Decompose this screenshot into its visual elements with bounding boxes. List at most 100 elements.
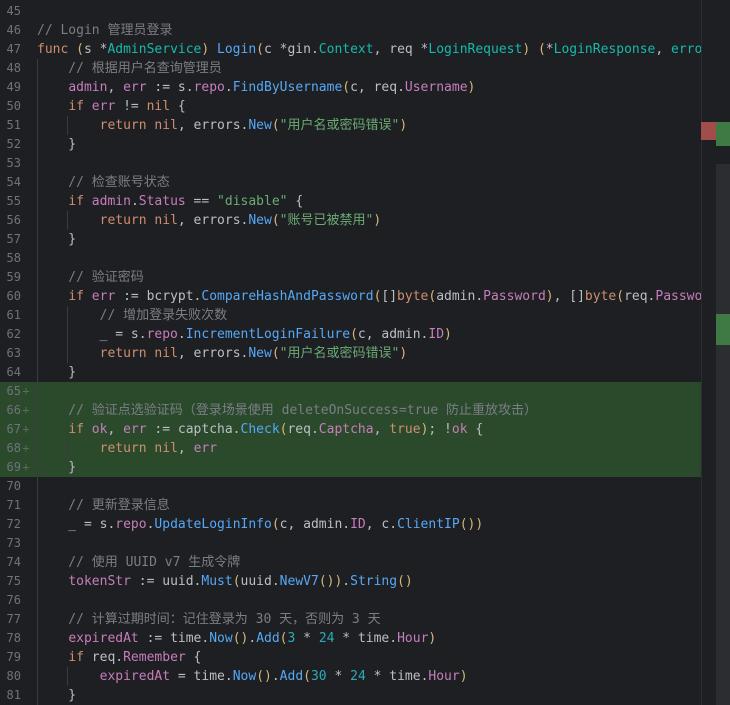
code-line[interactable]: 65 + bbox=[0, 382, 701, 401]
code-line[interactable]: 63 return nil, errors.New("用户名或密码错误") bbox=[0, 344, 701, 363]
code-text: } bbox=[37, 458, 701, 477]
code-token: Check bbox=[240, 422, 280, 437]
code-token: * bbox=[545, 42, 554, 57]
change-marker-red[interactable] bbox=[701, 122, 716, 140]
line-number: 65 bbox=[6, 384, 21, 398]
code-text: _ = s.repo.UpdateLoginInfo(c, admin.ID, … bbox=[37, 515, 701, 534]
code-line[interactable]: 57 } bbox=[0, 230, 701, 249]
change-marker-green[interactable] bbox=[716, 122, 730, 146]
code-token: // Login 管理员登录 bbox=[37, 23, 173, 38]
code-token: = time. bbox=[170, 669, 233, 684]
code-text: } bbox=[37, 686, 701, 705]
code-line[interactable]: 55 if admin.Status == "disable" { bbox=[0, 192, 701, 211]
code-token: . bbox=[130, 194, 139, 209]
code-token: repo bbox=[115, 517, 147, 532]
code-text: if ok, err := captcha.Check(req.Captcha,… bbox=[37, 420, 701, 439]
code-token: LoginResponse bbox=[553, 42, 656, 57]
code-line[interactable]: 51 return nil, errors.New("用户名或密码错误") bbox=[0, 116, 701, 135]
code-line[interactable]: 76 bbox=[0, 591, 701, 610]
code-line[interactable]: 68 + return nil, err bbox=[0, 439, 701, 458]
code-token: ( bbox=[342, 80, 351, 95]
line-number: 67 bbox=[6, 422, 21, 436]
code-token: := uuid. bbox=[130, 574, 202, 589]
code-line[interactable]: 78 expiredAt := time.Now().Add(3 * 24 * … bbox=[0, 629, 701, 648]
code-line[interactable]: 50 if err != nil { bbox=[0, 97, 701, 116]
code-line[interactable]: 48 // 根据用户名查询管理员 bbox=[0, 59, 701, 78]
code-token: ( bbox=[271, 118, 280, 133]
line-number: 76 bbox=[6, 593, 21, 607]
line-number: 70 bbox=[6, 479, 21, 493]
code-token: _ = s. bbox=[37, 517, 116, 532]
line-number: 46 bbox=[6, 23, 21, 37]
code-token: , bbox=[177, 441, 194, 456]
code-line[interactable]: 77 // 计算过期时间：记住登录为 30 天，否则为 3 天 bbox=[0, 610, 701, 629]
code-token: , errors. bbox=[177, 346, 249, 361]
code-token: ) bbox=[467, 80, 476, 95]
code-line[interactable]: 46 // Login 管理员登录 bbox=[0, 21, 701, 40]
code-token: ) bbox=[444, 327, 452, 342]
code-line[interactable]: 64 } bbox=[0, 363, 701, 382]
code-token: if bbox=[68, 194, 92, 209]
code-line[interactable]: 81 } bbox=[0, 686, 701, 705]
code-token: // 验证密码 bbox=[37, 270, 144, 285]
code-token: != bbox=[115, 99, 147, 114]
code-line[interactable]: 75 tokenStr := uuid.Must(uuid.NewV7()).S… bbox=[0, 572, 701, 591]
code-line[interactable]: 79 if req.Remember { bbox=[0, 648, 701, 667]
code-line[interactable]: 49 admin, err := s.repo.FindByUsername(c… bbox=[0, 78, 701, 97]
code-token: := time. bbox=[138, 631, 210, 646]
line-number: 66 bbox=[6, 403, 21, 417]
code-line[interactable]: 52 } bbox=[0, 135, 701, 154]
code-line[interactable]: 72 _ = s.repo.UpdateLoginInfo(c, admin.I… bbox=[0, 515, 701, 534]
code-line[interactable]: 71 // 更新登录信息 bbox=[0, 496, 701, 515]
line-number: 50 bbox=[6, 99, 21, 113]
code-line[interactable]: 58 bbox=[0, 249, 701, 268]
code-token: } bbox=[37, 232, 77, 247]
code-line[interactable]: 80 expiredAt = time.Now().Add(30 * 24 * … bbox=[0, 667, 701, 686]
code-token: := bcrypt. bbox=[115, 289, 202, 304]
code-line[interactable]: 67 + if ok, err := captcha.Check(req.Capt… bbox=[0, 420, 701, 439]
code-token: } bbox=[37, 137, 77, 152]
code-token: ( bbox=[428, 289, 437, 304]
code-token: ( bbox=[537, 42, 546, 57]
vertical-scrollbar[interactable] bbox=[716, 164, 730, 705]
code-token: Hour bbox=[428, 669, 460, 684]
code-line[interactable]: 53 bbox=[0, 154, 701, 173]
code-line[interactable]: 66 + // 验证点选验证码（登录场景使用 deleteOnSuccess=tr… bbox=[0, 401, 701, 420]
code-editor[interactable]: 45 46 // Login 管理员登录 47 func (s *AdminServic… bbox=[0, 0, 730, 705]
code-token: c, admin. bbox=[357, 327, 429, 342]
indent-guide bbox=[67, 116, 68, 135]
code-token: func bbox=[37, 42, 77, 57]
line-number: 58 bbox=[6, 251, 21, 265]
code-line[interactable]: 69 + } bbox=[0, 458, 701, 477]
code-token: () bbox=[232, 631, 249, 646]
code-text: // 检查账号状态 bbox=[37, 173, 701, 192]
code-line[interactable]: 62 _ = s.repo.IncrementLoginFailure(c, a… bbox=[0, 325, 701, 344]
line-number: 59 bbox=[6, 270, 21, 284]
code-line[interactable]: 74 // 使用 UUID v7 生成令牌 bbox=[0, 553, 701, 572]
code-line[interactable]: 45 bbox=[0, 2, 701, 21]
code-token: Password bbox=[655, 289, 701, 304]
code-line[interactable]: 56 return nil, errors.New("账号已被禁用") bbox=[0, 211, 701, 230]
code-token: nil bbox=[146, 99, 171, 114]
code-text: } bbox=[37, 135, 701, 154]
code-token: // 计算过期时间：记住登录为 30 天，否则为 3 天 bbox=[37, 612, 381, 627]
code-token: ( bbox=[271, 213, 280, 228]
code-line[interactable]: 47 func (s *AdminService) Login(c *gin.Co… bbox=[0, 40, 701, 59]
added-line-marker: + bbox=[22, 422, 30, 436]
code-token: * bbox=[295, 631, 319, 646]
code-line[interactable]: 61 // 增加登录失败次数 bbox=[0, 306, 701, 325]
change-marker-green[interactable] bbox=[716, 314, 730, 345]
line-number: 45 bbox=[6, 4, 21, 18]
code-token: Context bbox=[318, 42, 374, 57]
code-line[interactable]: 70 bbox=[0, 477, 701, 496]
code-text: admin, err := s.repo.FindByUsername(c, r… bbox=[37, 78, 701, 97]
code-line[interactable]: 73 bbox=[0, 534, 701, 553]
code-token: . bbox=[310, 42, 319, 57]
code-line[interactable]: 60 if err := bcrypt.CompareHashAndPasswo… bbox=[0, 287, 701, 306]
code-line[interactable]: 59 // 验证密码 bbox=[0, 268, 701, 287]
code-token: err bbox=[123, 80, 147, 95]
line-number: 64 bbox=[6, 365, 21, 379]
code-token: Add bbox=[279, 669, 304, 684]
code-token: Password bbox=[483, 289, 546, 304]
code-line[interactable]: 54 // 检查账号状态 bbox=[0, 173, 701, 192]
